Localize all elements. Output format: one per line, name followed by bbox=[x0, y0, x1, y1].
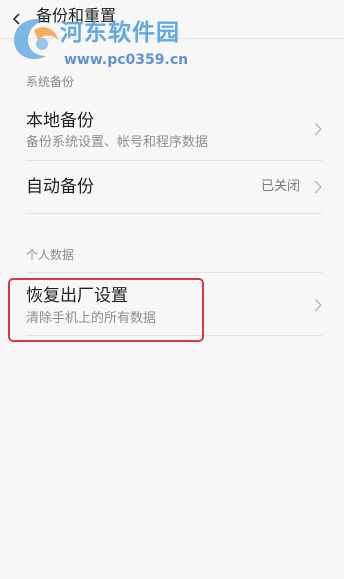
chevron-right-icon bbox=[314, 122, 322, 136]
section-header-personal-data: 个人数据 bbox=[26, 248, 75, 262]
page-title: 备份和重置 bbox=[36, 6, 117, 25]
divider bbox=[26, 335, 322, 336]
local-backup-title: 本地备份 bbox=[26, 111, 94, 131]
chevron-right-icon bbox=[314, 298, 322, 312]
auto-backup-status: 已关闭 bbox=[260, 179, 300, 194]
top-bar: 备份和重置 bbox=[0, 0, 344, 39]
factory-reset-title: 恢复出厂设置 bbox=[26, 286, 128, 306]
auto-backup-item[interactable]: 自动备份 已关闭 bbox=[0, 161, 344, 213]
settings-screen: 备份和重置 系统备份 本地备份 备份系统设置、帐号和程序数据 自动备份 已关闭 … bbox=[0, 0, 344, 579]
factory-reset-item[interactable]: 恢复出厂设置 清除手机上的所有数据 bbox=[0, 273, 344, 335]
auto-backup-title: 自动备份 bbox=[26, 177, 94, 197]
chevron-right-icon bbox=[314, 180, 322, 194]
watermark-url: www.pc0359.cn bbox=[64, 52, 189, 68]
divider bbox=[26, 213, 322, 214]
back-arrow-icon[interactable] bbox=[10, 12, 24, 26]
section-header-system-backup: 系统备份 bbox=[26, 75, 75, 89]
local-backup-subtitle: 备份系统设置、帐号和程序数据 bbox=[26, 135, 209, 150]
local-backup-item[interactable]: 本地备份 备份系统设置、帐号和程序数据 bbox=[0, 98, 344, 160]
factory-reset-subtitle: 清除手机上的所有数据 bbox=[26, 311, 157, 326]
